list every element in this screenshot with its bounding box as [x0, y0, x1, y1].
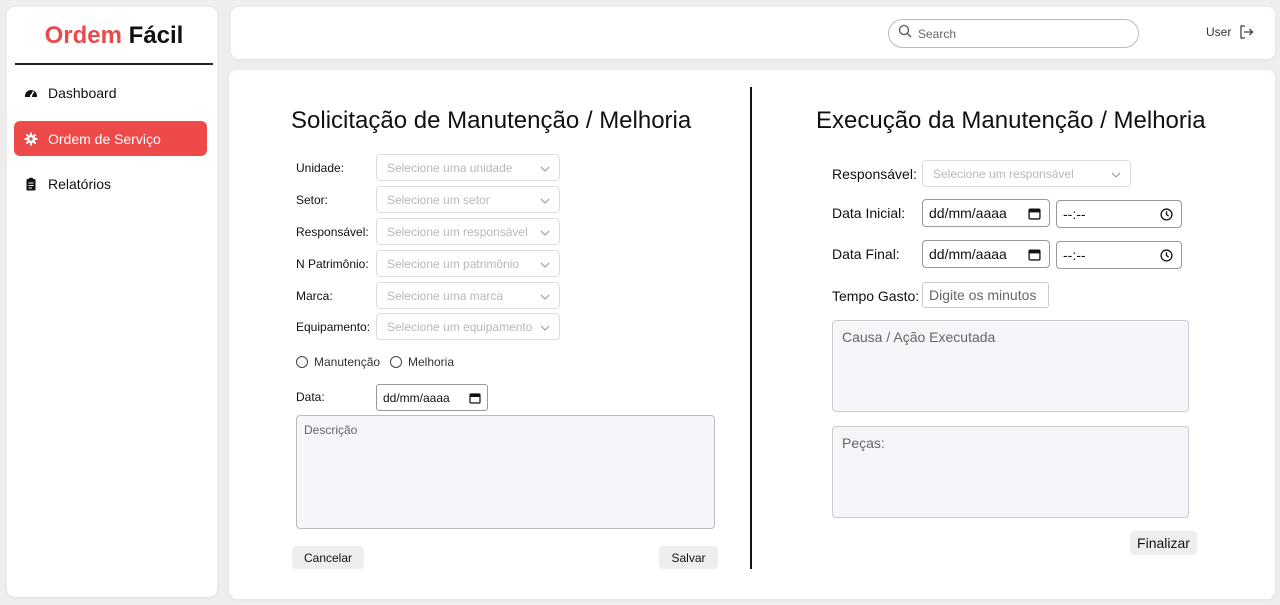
marca-select[interactable]: Selecione uma marca [376, 282, 560, 309]
data-inicial-label: Data Inicial: [832, 205, 906, 221]
radio-circle[interactable] [390, 356, 402, 368]
search-box[interactable] [888, 19, 1139, 48]
request-title: Solicitação de Manutenção / Melhoria [291, 107, 692, 134]
execution-title: Execução da Manutenção / Melhoria [816, 107, 1206, 134]
sidebar-item-dashboard[interactable]: Dashboard [14, 75, 207, 110]
data-final-label: Data Final: [832, 246, 900, 262]
equipamento-label: Equipamento: [296, 320, 371, 334]
clock-icon[interactable] [1160, 249, 1173, 265]
pecas-textarea[interactable]: Peças: [832, 426, 1189, 518]
equipamento-placeholder: Selecione um equipamento [387, 319, 533, 334]
causa-placeholder: Causa / Ação Executada [842, 329, 996, 345]
marca-placeholder: Selecione uma marca [387, 288, 504, 303]
radio-melhoria[interactable]: Melhoria [390, 355, 454, 369]
chevron-down-icon [540, 291, 550, 305]
exec-responsavel-placeholder: Selecione um responsável [933, 166, 1074, 181]
sidebar-item-label: Ordem de Serviço [48, 130, 161, 147]
save-button[interactable]: Salvar [659, 546, 718, 569]
data-inicial-input[interactable]: dd/mm/aaaa [922, 199, 1050, 227]
main-content: Solicitação de Manutenção / Melhoria Uni… [229, 70, 1275, 599]
chevron-down-icon [540, 195, 550, 209]
radio-circle[interactable] [296, 356, 308, 368]
sidebar-item-label: Dashboard [48, 84, 117, 101]
user-menu[interactable]: User [1206, 25, 1254, 39]
finish-button[interactable]: Finalizar [1130, 531, 1197, 555]
equipamento-select[interactable]: Selecione um equipamento [376, 313, 560, 340]
hora-inicial-value: --:-- [1063, 206, 1086, 222]
data-inicial-value: dd/mm/aaaa [929, 205, 1007, 221]
tempo-gasto-input[interactable]: Digite os minutos [922, 282, 1049, 308]
cancel-button[interactable]: Cancelar [292, 546, 364, 569]
chevron-down-icon [540, 227, 550, 241]
clock-icon[interactable] [1160, 208, 1173, 224]
patrimonio-select[interactable]: Selecione um patrimônio [376, 250, 560, 277]
logout-icon[interactable] [1239, 25, 1254, 39]
unidade-select[interactable]: Selecione uma unidade [376, 154, 560, 181]
setor-select[interactable]: Selecione um setor [376, 186, 560, 213]
unidade-label: Unidade: [296, 161, 345, 175]
gear-icon [24, 132, 38, 146]
data-label: Data: [296, 390, 325, 404]
hora-final-input[interactable]: --:-- [1056, 241, 1182, 269]
tempo-gasto-placeholder: Digite os minutos [929, 287, 1037, 303]
chevron-down-icon [540, 259, 550, 273]
responsavel-placeholder: Selecione um responsável [387, 224, 528, 239]
patrimonio-label: N Patrimônio: [296, 257, 369, 271]
radio-label: Manutenção [314, 355, 381, 369]
search-input[interactable] [918, 26, 1118, 41]
data-final-input[interactable]: dd/mm/aaaa [922, 240, 1050, 268]
sidebar-item-ordem-de-servico[interactable]: Ordem de Serviço [14, 121, 207, 156]
chevron-down-icon [540, 322, 550, 336]
tempo-gasto-label: Tempo Gasto: [832, 288, 920, 304]
sidebar-item-label: Relatórios [48, 175, 112, 192]
pecas-placeholder: Peças: [842, 435, 885, 451]
hora-final-value: --:-- [1063, 247, 1086, 263]
gauge-icon [24, 86, 38, 100]
chevron-down-icon [1111, 169, 1121, 183]
calendar-icon[interactable] [1028, 248, 1041, 264]
setor-label: Setor: [296, 193, 329, 207]
user-label: User [1206, 25, 1232, 39]
sidebar: Ordem Fácil Dashboard Ordem de Serviço R… [7, 7, 217, 597]
data-input[interactable]: dd/mm/aaaa [376, 384, 488, 411]
logo-word-2: Fácil [128, 22, 184, 49]
top-bar: User [231, 7, 1275, 59]
patrimonio-placeholder: Selecione um patrimônio [387, 256, 520, 271]
sidebar-item-relatorios[interactable]: Relatórios [14, 166, 207, 201]
logo-word-1: Ordem [44, 22, 122, 49]
section-divider [750, 87, 752, 569]
descricao-textarea[interactable]: Descrição [296, 415, 715, 529]
responsavel-label: Responsável: [296, 225, 369, 239]
clipboard-icon [24, 177, 38, 191]
unidade-placeholder: Selecione uma unidade [387, 160, 513, 175]
descricao-placeholder: Descrição [304, 423, 358, 437]
radio-manutencao[interactable]: Manutenção [296, 355, 380, 369]
app-logo[interactable]: Ordem Fácil [15, 21, 213, 65]
hora-inicial-input[interactable]: --:-- [1056, 200, 1182, 228]
calendar-icon[interactable] [1028, 207, 1041, 223]
data-final-value: dd/mm/aaaa [929, 246, 1007, 262]
exec-responsavel-label: Responsável: [832, 166, 917, 182]
search-icon [898, 24, 912, 43]
calendar-icon[interactable] [469, 392, 481, 407]
causa-textarea[interactable]: Causa / Ação Executada [832, 320, 1189, 412]
setor-placeholder: Selecione um setor [387, 192, 490, 207]
marca-label: Marca: [296, 289, 333, 303]
exec-responsavel-select[interactable]: Selecione um responsável [922, 160, 1131, 187]
responsavel-select[interactable]: Selecione um responsável [376, 218, 560, 245]
data-value: dd/mm/aaaa [383, 390, 450, 405]
radio-label: Melhoria [408, 355, 455, 369]
chevron-down-icon [540, 163, 550, 177]
